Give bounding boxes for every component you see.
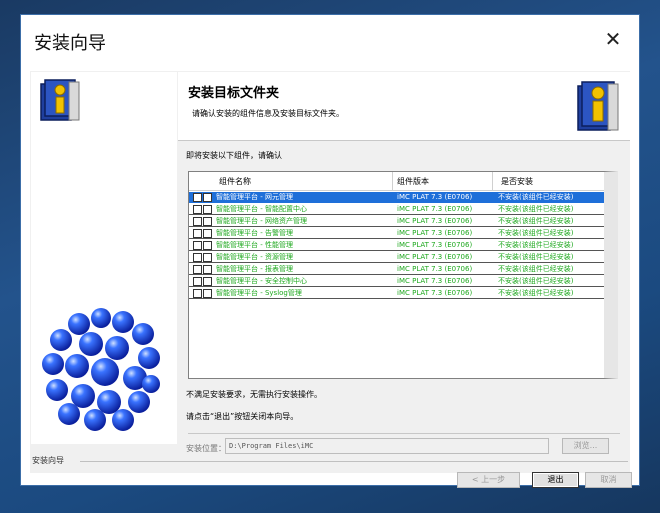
row-checkbox[interactable]	[193, 193, 202, 202]
row-checkbox-secondary[interactable]	[203, 241, 212, 250]
row-checkbox-secondary[interactable]	[203, 253, 212, 262]
table-row[interactable]: 智能管理平台 - 性能管理 iMC PLAT 7.3 (E0706) 不安装(该…	[189, 240, 604, 251]
wizard-header: 安装目标文件夹 请确认安装的组件信息及安装目标文件夹。	[178, 72, 630, 141]
cancel-button[interactable]: 取消	[585, 472, 632, 488]
component-status: 不安装(该组件已经安装)	[498, 193, 574, 201]
wizard-body: 即将安装以下组件，请确认 组件名称 组件版本 是否安装 智能管理平台 - 网元管…	[178, 141, 630, 454]
install-location-field[interactable]: D:\Program Files\iMC	[225, 438, 549, 454]
installer-window: 安装向导 ✕ 安装目标文件夹 请确认安装的组件信息及安装目标文件夹。 即将安装以…	[20, 14, 640, 488]
title-bar: 安装向导 ✕	[21, 15, 639, 67]
browse-button[interactable]: 浏览...	[562, 438, 609, 454]
row-checkbox[interactable]	[193, 253, 202, 262]
exit-button[interactable]: 退出	[532, 472, 579, 488]
row-checkbox-secondary[interactable]	[203, 205, 212, 214]
wizard-client-area: 安装目标文件夹 请确认安装的组件信息及安装目标文件夹。 即将安装以下组件，请确认…	[30, 71, 632, 488]
table-row[interactable]: 智能管理平台 - 告警管理 iMC PLAT 7.3 (E0706) 不安装(该…	[189, 228, 604, 239]
component-name: 智能管理平台 - 网元管理	[216, 193, 293, 201]
component-list[interactable]: 组件名称 组件版本 是否安装 智能管理平台 - 网元管理 iMC PLAT 7.…	[188, 171, 618, 379]
row-checkbox[interactable]	[193, 265, 202, 274]
page-title: 安装目标文件夹	[188, 86, 280, 101]
info-book-icon	[577, 81, 619, 131]
window-title: 安装向导	[34, 33, 106, 54]
row-checkbox-secondary[interactable]	[203, 277, 212, 286]
table-row[interactable]: 智能管理平台 - 网络资产管理 iMC PLAT 7.3 (E0706) 不安装…	[189, 216, 604, 227]
close-icon[interactable]: ✕	[601, 27, 625, 51]
table-row[interactable]: 智能管理平台 - 资源管理 iMC PLAT 7.3 (E0706) 不安装(该…	[189, 252, 604, 263]
row-checkbox-secondary[interactable]	[203, 289, 212, 298]
page-subtitle: 请确认安装的组件信息及安装目标文件夹。	[192, 109, 344, 118]
install-location-label: 安装位置：	[186, 444, 226, 453]
table-row[interactable]: 智能管理平台 - 网元管理 iMC PLAT 7.3 (E0706) 不安装(该…	[189, 192, 604, 203]
footer-wizard-label: 安装向导	[32, 455, 68, 466]
table-row[interactable]: 智能管理平台 - Syslog管理 iMC PLAT 7.3 (E0706) 不…	[189, 288, 604, 299]
row-checkbox[interactable]	[193, 241, 202, 250]
table-row[interactable]: 智能管理平台 - 智能配置中心 iMC PLAT 7.3 (E0706) 不安装…	[189, 204, 604, 215]
column-header-status[interactable]: 是否安装	[501, 176, 533, 187]
confirm-prompt: 即将安装以下组件，请确认	[186, 151, 282, 160]
row-checkbox[interactable]	[193, 205, 202, 214]
row-checkbox[interactable]	[193, 229, 202, 238]
table-row[interactable]: 智能管理平台 - 安全控制中心 iMC PLAT 7.3 (E0706) 不安装…	[189, 276, 604, 287]
row-checkbox[interactable]	[193, 217, 202, 226]
no-install-message: 不满足安装要求，无需执行安装操作。	[186, 390, 322, 399]
divider	[188, 433, 620, 434]
row-checkbox-secondary[interactable]	[203, 193, 212, 202]
footer-divider	[80, 461, 628, 462]
row-checkbox-secondary[interactable]	[203, 265, 212, 274]
exit-instruction: 请点击“退出”按钮关闭本向导。	[186, 412, 299, 421]
back-button[interactable]: < 上一步	[457, 472, 520, 488]
info-book-icon	[40, 79, 80, 121]
row-checkbox[interactable]	[193, 289, 202, 298]
molecule-spheres-image	[42, 308, 160, 431]
column-header-name[interactable]: 组件名称	[219, 176, 251, 187]
row-checkbox[interactable]	[193, 277, 202, 286]
table-row[interactable]: 智能管理平台 - 报表管理 iMC PLAT 7.3 (E0706) 不安装(该…	[189, 264, 604, 275]
component-version: iMC PLAT 7.3 (E0706)	[397, 193, 473, 201]
wizard-side-panel	[31, 72, 177, 444]
row-checkbox-secondary[interactable]	[203, 229, 212, 238]
row-checkbox-secondary[interactable]	[203, 217, 212, 226]
list-header: 组件名称 组件版本 是否安装	[189, 172, 604, 191]
column-header-version[interactable]: 组件版本	[397, 176, 429, 187]
